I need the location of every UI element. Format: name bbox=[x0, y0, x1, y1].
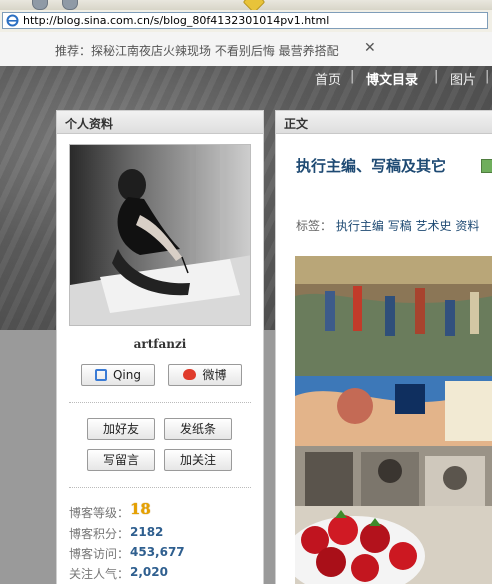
url-field[interactable]: http://blog.sina.com.cn/s/blog_80f413230… bbox=[2, 12, 488, 29]
avatar-photo bbox=[70, 145, 250, 325]
article-panel: 正文 执行主编、写稿及其它 标签： 执行主编 写稿 艺术史 资料 bbox=[275, 110, 492, 584]
blog-visits-label: 博客访问： bbox=[69, 547, 130, 561]
avatar[interactable] bbox=[69, 144, 251, 326]
follow-button[interactable]: 加关注 bbox=[164, 449, 232, 471]
blog-level-value: 18 bbox=[130, 500, 151, 518]
leave-message-button[interactable]: 写留言 bbox=[87, 449, 155, 471]
nav-separator: | bbox=[485, 69, 490, 84]
profile-panel: 个人资料 artfanzi Qing 微博 加好友 发纸条 写留言 加关注 博客… bbox=[56, 110, 264, 584]
profile-panel-header: 个人资料 bbox=[57, 111, 263, 134]
article-photo-image bbox=[295, 256, 492, 584]
blog-level-label: 博客等级： bbox=[69, 506, 130, 520]
divider bbox=[69, 487, 251, 488]
blog-nav: 首页 | 博文目录 | 图片 | bbox=[315, 69, 490, 88]
nav-article-list[interactable]: 博文目录 bbox=[366, 69, 418, 88]
article-photo bbox=[295, 256, 492, 584]
ie-page-icon bbox=[6, 14, 19, 27]
address-bar: http://blog.sina.com.cn/s/blog_80f413230… bbox=[0, 10, 492, 33]
weibo-icon bbox=[183, 369, 197, 380]
divider bbox=[69, 402, 251, 403]
qing-label: Qing bbox=[112, 368, 141, 382]
recommendation-bar: 推荐：探秘江南夜店火辣现场 不看别后悔 最营养搭配 ✕ bbox=[0, 32, 492, 67]
qing-button[interactable]: Qing bbox=[81, 364, 155, 386]
blog-points-value: 2182 bbox=[130, 525, 164, 539]
blog-points-label: 博客积分： bbox=[69, 527, 130, 541]
weibo-button[interactable]: 微博 bbox=[168, 364, 242, 386]
article-title: 执行主编、写稿及其它 bbox=[296, 157, 447, 175]
close-icon[interactable]: ✕ bbox=[364, 40, 376, 56]
article-tags: 标签： 执行主编 写稿 艺术史 资料 bbox=[296, 217, 479, 234]
tag-link[interactable]: 资料 bbox=[455, 219, 479, 233]
tags-label: 标签： bbox=[296, 219, 333, 233]
image-icon bbox=[481, 159, 492, 173]
article-panel-header: 正文 bbox=[276, 111, 492, 134]
url-text: http://blog.sina.com.cn/s/blog_80f413230… bbox=[23, 14, 330, 27]
tag-link[interactable]: 艺术史 bbox=[416, 219, 452, 233]
username[interactable]: artfanzi bbox=[57, 337, 263, 351]
blog-visits-value: 453,677 bbox=[130, 545, 185, 559]
add-friend-button[interactable]: 加好友 bbox=[87, 418, 155, 440]
article-panel-title: 正文 bbox=[284, 117, 309, 131]
send-note-button[interactable]: 发纸条 bbox=[164, 418, 232, 440]
qing-icon bbox=[94, 369, 107, 381]
nav-home[interactable]: 首页 bbox=[315, 69, 341, 88]
forward-icon[interactable] bbox=[62, 0, 78, 10]
tag-link[interactable]: 执行主编 bbox=[336, 219, 384, 233]
nav-pictures[interactable]: 图片 bbox=[450, 69, 476, 88]
weibo-label: 微博 bbox=[202, 368, 227, 382]
tag-link[interactable]: 写稿 bbox=[388, 219, 412, 233]
followers-label: 关注人气： bbox=[69, 567, 130, 581]
back-icon[interactable] bbox=[32, 0, 48, 10]
followers-value: 2,020 bbox=[130, 565, 168, 579]
profile-panel-title: 个人资料 bbox=[65, 117, 114, 131]
recommendation-text[interactable]: 推荐：探秘江南夜店火辣现场 不看别后悔 最营养搭配 bbox=[55, 42, 339, 59]
